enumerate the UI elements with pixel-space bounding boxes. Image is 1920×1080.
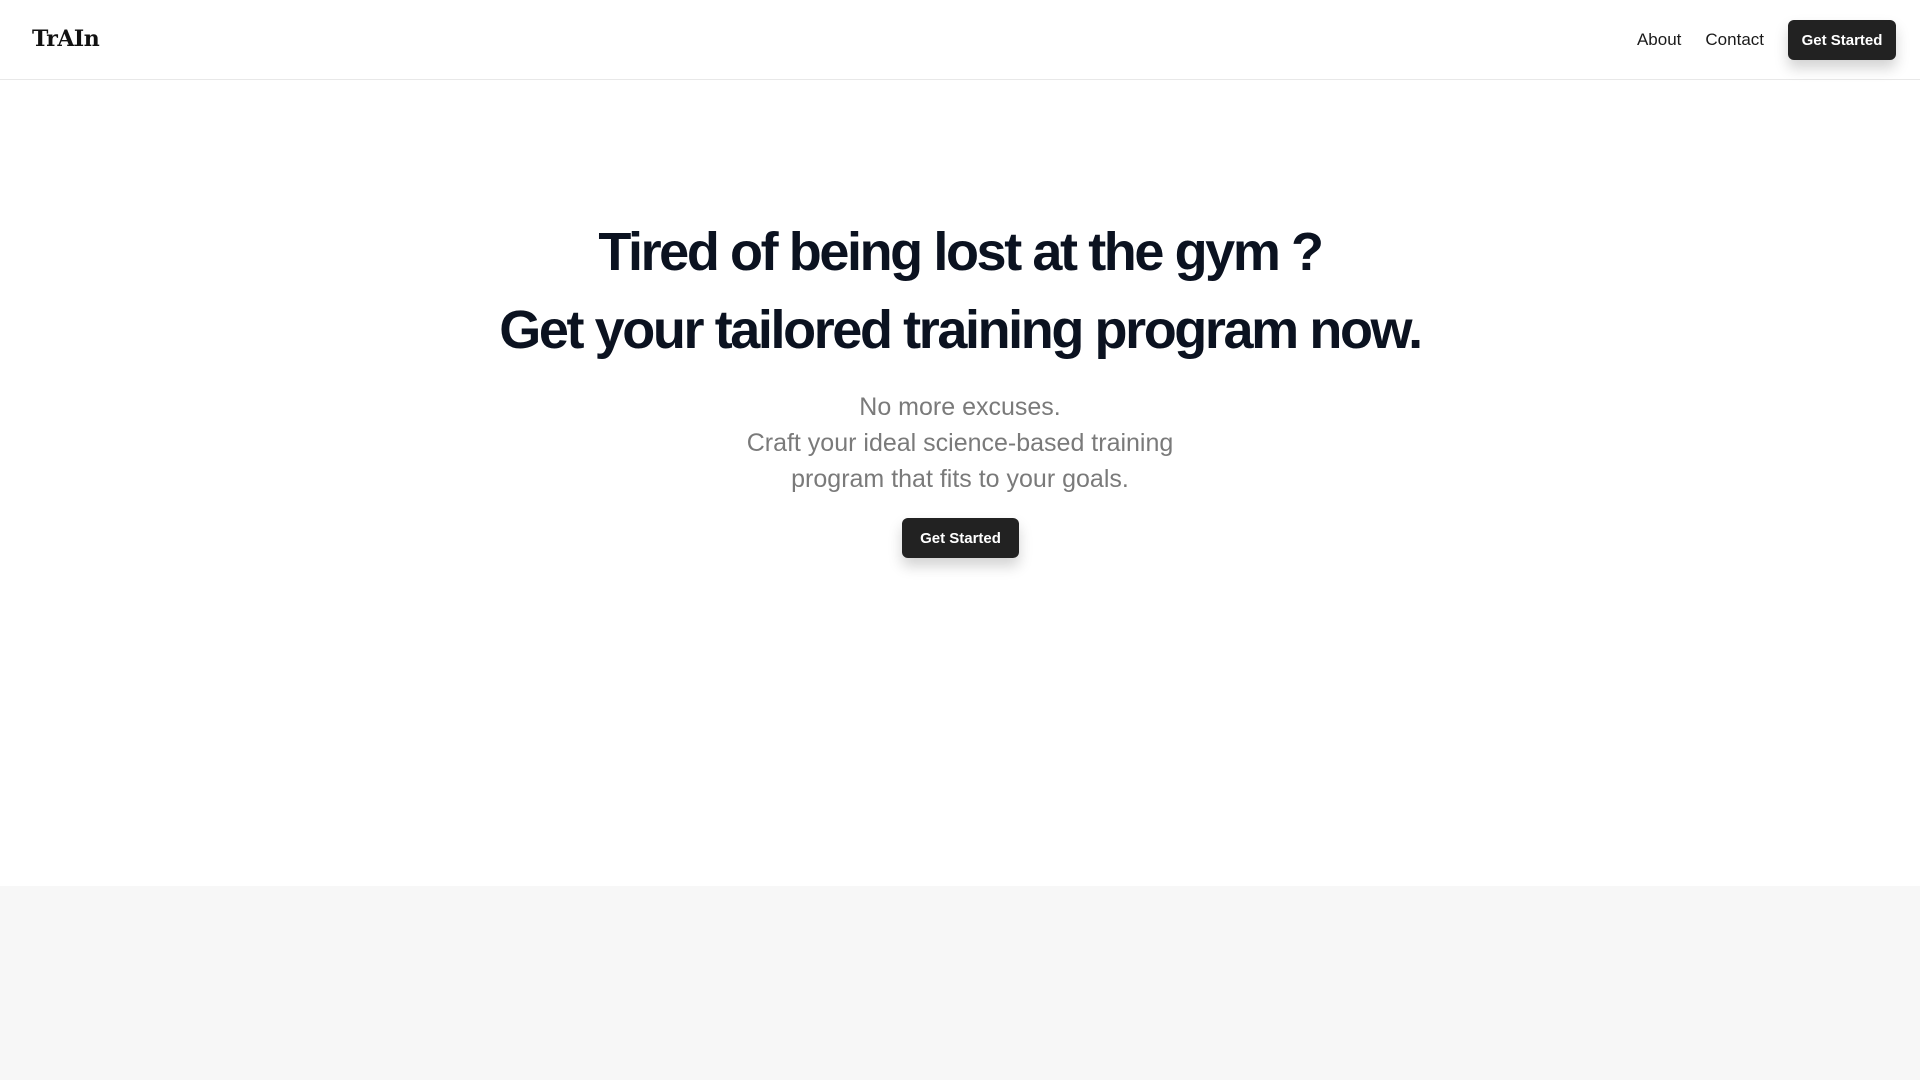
hero-get-started-button[interactable]: Get Started: [902, 518, 1019, 558]
top-nav: About Contact Get Started: [1637, 20, 1896, 60]
landing-page: TrAIn About Contact Get Started Tired of…: [0, 0, 1920, 1080]
header-get-started-button[interactable]: Get Started: [1788, 20, 1896, 60]
nav-contact-link[interactable]: Contact: [1705, 20, 1764, 60]
hero-subtext-line-1: No more excuses.: [859, 393, 1061, 421]
hero-subtext-line-3: program that fits to your goals.: [791, 465, 1129, 493]
nav-about-link[interactable]: About: [1637, 20, 1681, 60]
hero-headline-line-2: Get your tailored training program now.: [499, 300, 1423, 360]
hero-headline-line-1: Tired of being lost at the gym ?: [598, 222, 1324, 282]
hero-subtext-line-2: Craft your ideal science-based training: [746, 429, 1174, 457]
lower-section-band: [0, 886, 1920, 1080]
hero-section: Tired of being lost at the gym ? Get you…: [0, 80, 1920, 886]
site-header: TrAIn About Contact Get Started: [0, 0, 1920, 80]
brand-logo[interactable]: TrAIn: [32, 24, 100, 54]
